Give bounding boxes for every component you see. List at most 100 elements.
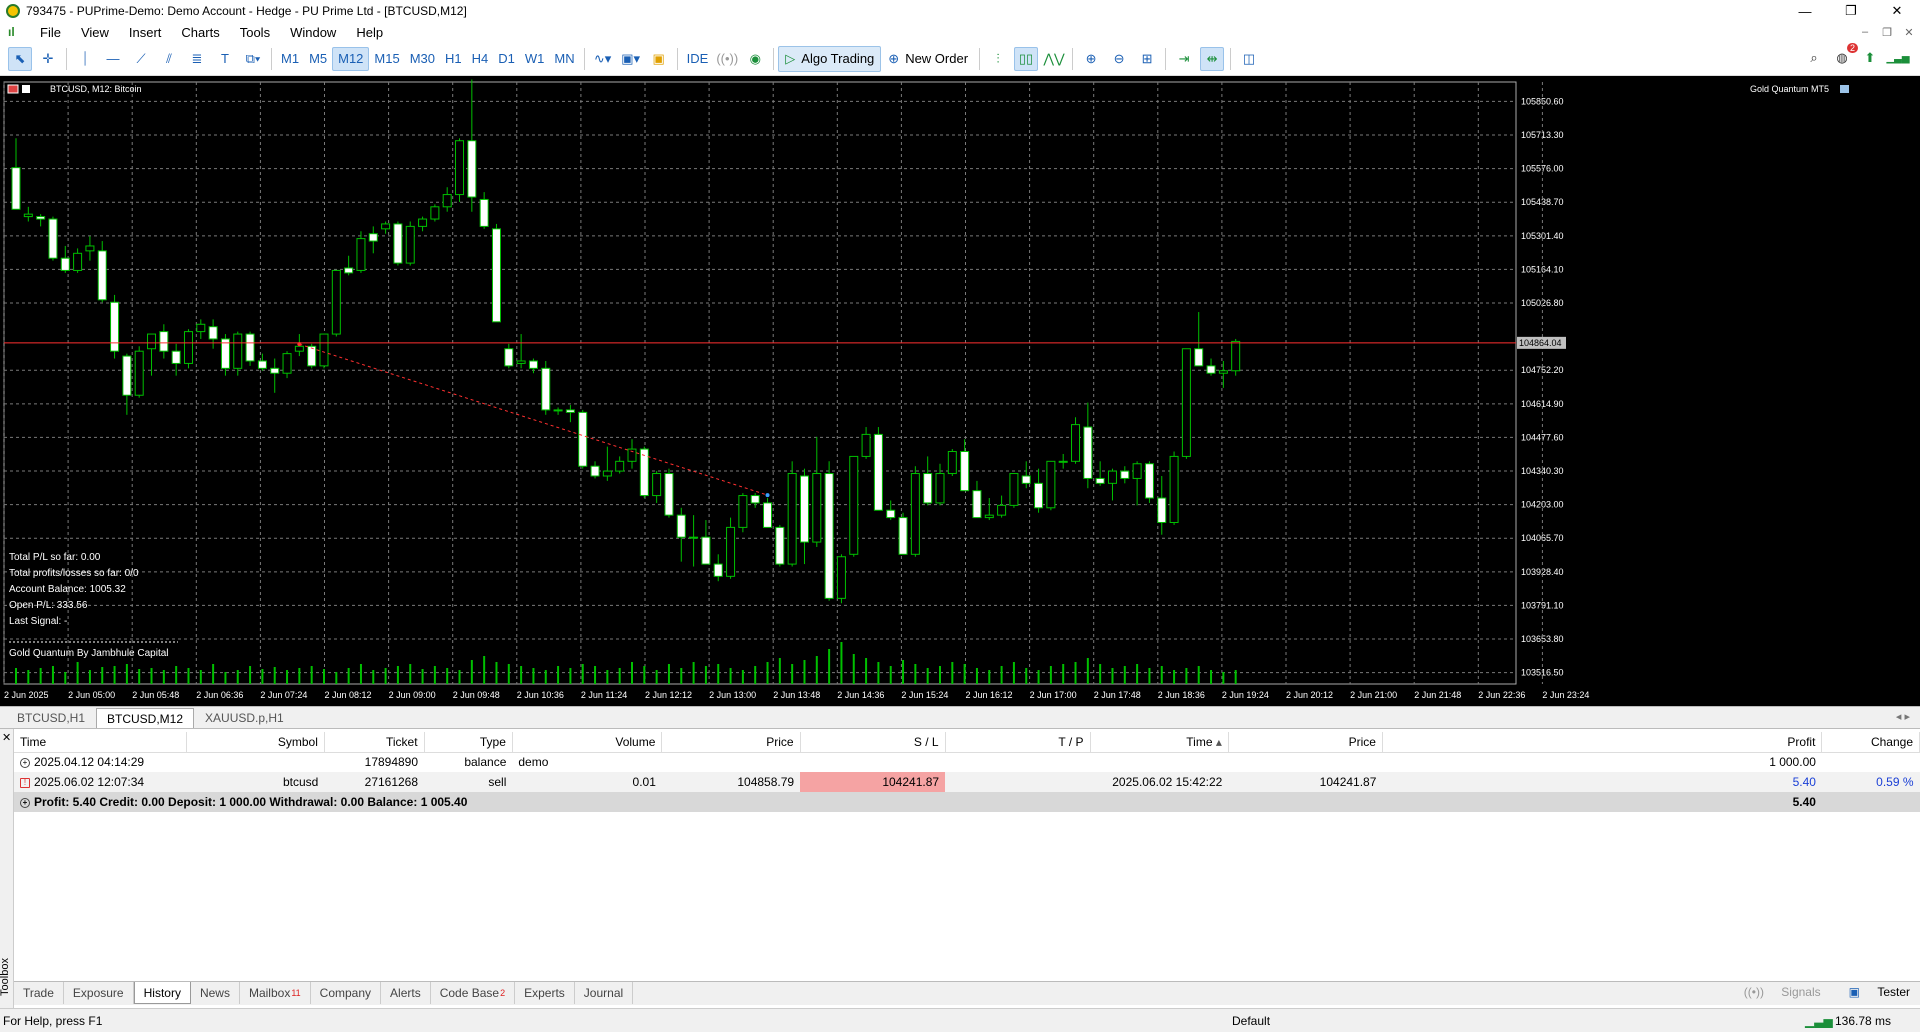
notifications-icon[interactable]: ◍ 2	[1830, 43, 1858, 70]
column-header-0[interactable]: Time	[14, 732, 187, 753]
menu-charts[interactable]: Charts	[171, 25, 229, 40]
menu-insert[interactable]: Insert	[119, 25, 172, 40]
channel-icon[interactable]: ⫽	[157, 47, 181, 71]
minimize-button[interactable]: —	[1782, 0, 1828, 22]
toolbox-tab-news[interactable]: News	[191, 982, 240, 1004]
column-header-4[interactable]: Volume	[512, 732, 663, 753]
chart-tab-xauusd-p-h1[interactable]: XAUUSD.p,H1	[194, 708, 295, 728]
cell-type: balance	[424, 752, 512, 772]
toolbox-tab-exposure[interactable]: Exposure	[64, 982, 134, 1004]
templates-icon[interactable]: ▣▾	[619, 47, 643, 71]
candle-bull	[331, 269, 341, 335]
crosshair-icon[interactable]: ✛	[36, 47, 60, 71]
column-header-8[interactable]: Time ▴	[1090, 732, 1229, 753]
mdi-restore-icon[interactable]: ❐	[1876, 22, 1898, 42]
signal-icon[interactable]: ((•))	[715, 47, 739, 71]
zoom-out-icon[interactable]: ⊖	[1107, 47, 1131, 71]
order-icon: ⊕	[888, 50, 900, 66]
toolbox-tab-journal[interactable]: Journal	[575, 982, 634, 1004]
trade-close-marker[interactable]	[765, 493, 770, 498]
column-header-2[interactable]: Ticket	[324, 732, 425, 753]
menu-file[interactable]: File	[30, 25, 71, 40]
timeframe-m15[interactable]: M15	[369, 47, 404, 71]
timeframe-mn[interactable]: MN	[549, 47, 579, 71]
cursor-icon[interactable]: ⬉	[8, 46, 32, 71]
text-icon[interactable]: T	[213, 47, 237, 71]
new-order-button[interactable]: ⊕ New Order	[881, 46, 975, 72]
timeframe-h4[interactable]: H4	[467, 47, 494, 71]
close-button[interactable]: ✕	[1874, 0, 1920, 22]
signals-tab[interactable]: ((•)) Signals	[1730, 985, 1821, 999]
toolbox-tab-history[interactable]: History	[133, 982, 191, 1004]
signals-label: Signals	[1781, 985, 1821, 999]
history-row[interactable]: ! 2025.06.02 12:07:34 btcusd 27161268 sell 0.…	[14, 772, 1920, 792]
line-chart-icon[interactable]: ⋀⋁	[1042, 47, 1066, 71]
autoscroll-icon[interactable]: ⇥	[1172, 47, 1196, 71]
timeframe-m12[interactable]: M12	[332, 46, 370, 71]
market-icon[interactable]: ▣	[647, 47, 671, 71]
zoom-in-icon[interactable]: ⊕	[1079, 47, 1103, 71]
time-tick-label: 2 Jun 19:24	[1222, 690, 1269, 700]
column-header-9[interactable]: Price	[1228, 732, 1383, 753]
timeframe-d1[interactable]: D1	[493, 47, 520, 71]
symbol-flag-icon	[7, 84, 19, 94]
toolbox-tab-mailbox[interactable]: Mailbox 11	[240, 982, 311, 1004]
chart-tab-btcusd-m12[interactable]: BTCUSD,M12	[96, 708, 195, 728]
timeframe-w1[interactable]: W1	[520, 47, 550, 71]
trade-open-marker[interactable]	[297, 342, 302, 347]
menu-help[interactable]: Help	[346, 25, 393, 40]
column-header-10[interactable]: Profit	[1382, 732, 1823, 753]
screenshot-icon[interactable]: ◫	[1237, 47, 1261, 71]
trendline-icon[interactable]: ⟋	[129, 47, 153, 71]
candle-bull	[430, 206, 440, 220]
chart-tab-btcusd-h1[interactable]: BTCUSD,H1	[6, 708, 96, 728]
toolbox-close-icon[interactable]: ✕	[2, 731, 11, 744]
price-chart[interactable]: 105850.60105713.30105576.00105438.701053…	[0, 76, 1920, 706]
grid-icon[interactable]: ⊞	[1135, 47, 1159, 71]
toolbox-tab-code-base[interactable]: Code Base 2	[431, 982, 516, 1004]
menu-view[interactable]: View	[71, 25, 119, 40]
mdi-close-icon[interactable]: ✕	[1898, 22, 1920, 42]
toolbox-tab-experts[interactable]: Experts	[515, 982, 575, 1004]
tester-tab[interactable]: ▣ Tester	[1835, 985, 1910, 999]
timeframe-m30[interactable]: M30	[405, 47, 440, 71]
tab-scroll-icon[interactable]: ◂ ▸	[1896, 710, 1910, 723]
column-header-5[interactable]: Price	[661, 732, 801, 753]
toolbox-tab-label: News	[199, 986, 230, 1000]
horizontal-line-icon[interactable]: —	[101, 47, 125, 71]
timeframe-h1[interactable]: H1	[440, 47, 467, 71]
shapes-icon[interactable]: ⧉▾	[241, 47, 265, 71]
account-icon[interactable]: ⬆	[1858, 46, 1882, 70]
mdi-minimize-icon[interactable]: –	[1854, 22, 1876, 42]
menu-logo-icon[interactable]: ıl	[8, 25, 22, 39]
column-header-7[interactable]: T / P	[945, 732, 1091, 753]
column-header-6[interactable]: S / L	[800, 732, 946, 753]
menu-window[interactable]: Window	[280, 25, 346, 40]
vertical-line-icon[interactable]: ⏐	[73, 47, 97, 71]
column-header-11[interactable]: Change	[1821, 732, 1920, 753]
menu-tools[interactable]: Tools	[230, 25, 280, 40]
candle-bull	[726, 526, 736, 577]
chart-shift-icon[interactable]: ⇹	[1200, 46, 1225, 71]
search-icon[interactable]: ⌕	[1802, 46, 1826, 70]
maximize-button[interactable]: ❐	[1828, 0, 1874, 22]
toolbox-tab-trade[interactable]: Trade	[14, 982, 64, 1004]
info-line: Open P/L: 333.56	[9, 600, 88, 611]
candle-bear	[799, 475, 809, 543]
algo-trading-button[interactable]: ▷ Algo Trading	[778, 45, 882, 72]
chart-type-icon[interactable]: ∿▾	[591, 47, 615, 71]
bar-chart-icon[interactable]: ⫶	[986, 47, 1010, 71]
timeframe-m1[interactable]: M1	[276, 47, 304, 71]
fibonacci-icon[interactable]: ≣	[185, 47, 209, 71]
toolbox-panel: ✕ Toolbox Time Symbol Ticket Type Volume Pric…	[0, 728, 1920, 1009]
timeframe-m5[interactable]: M5	[304, 47, 332, 71]
column-header-1[interactable]: Symbol	[186, 732, 325, 753]
column-header-3[interactable]: Type	[424, 732, 513, 753]
history-row[interactable]: +2025.04.12 04:14:29 17894890 balance demo 1…	[14, 752, 1920, 772]
toolbox-tab-alerts[interactable]: Alerts	[381, 982, 431, 1004]
vps-icon[interactable]: ◉	[743, 47, 767, 71]
candles-icon[interactable]: ▯▯	[1014, 46, 1039, 71]
ide-button[interactable]: IDE	[682, 47, 714, 71]
time-tick-label: 2 Jun 10:36	[517, 690, 564, 700]
toolbox-tab-company[interactable]: Company	[311, 982, 382, 1004]
